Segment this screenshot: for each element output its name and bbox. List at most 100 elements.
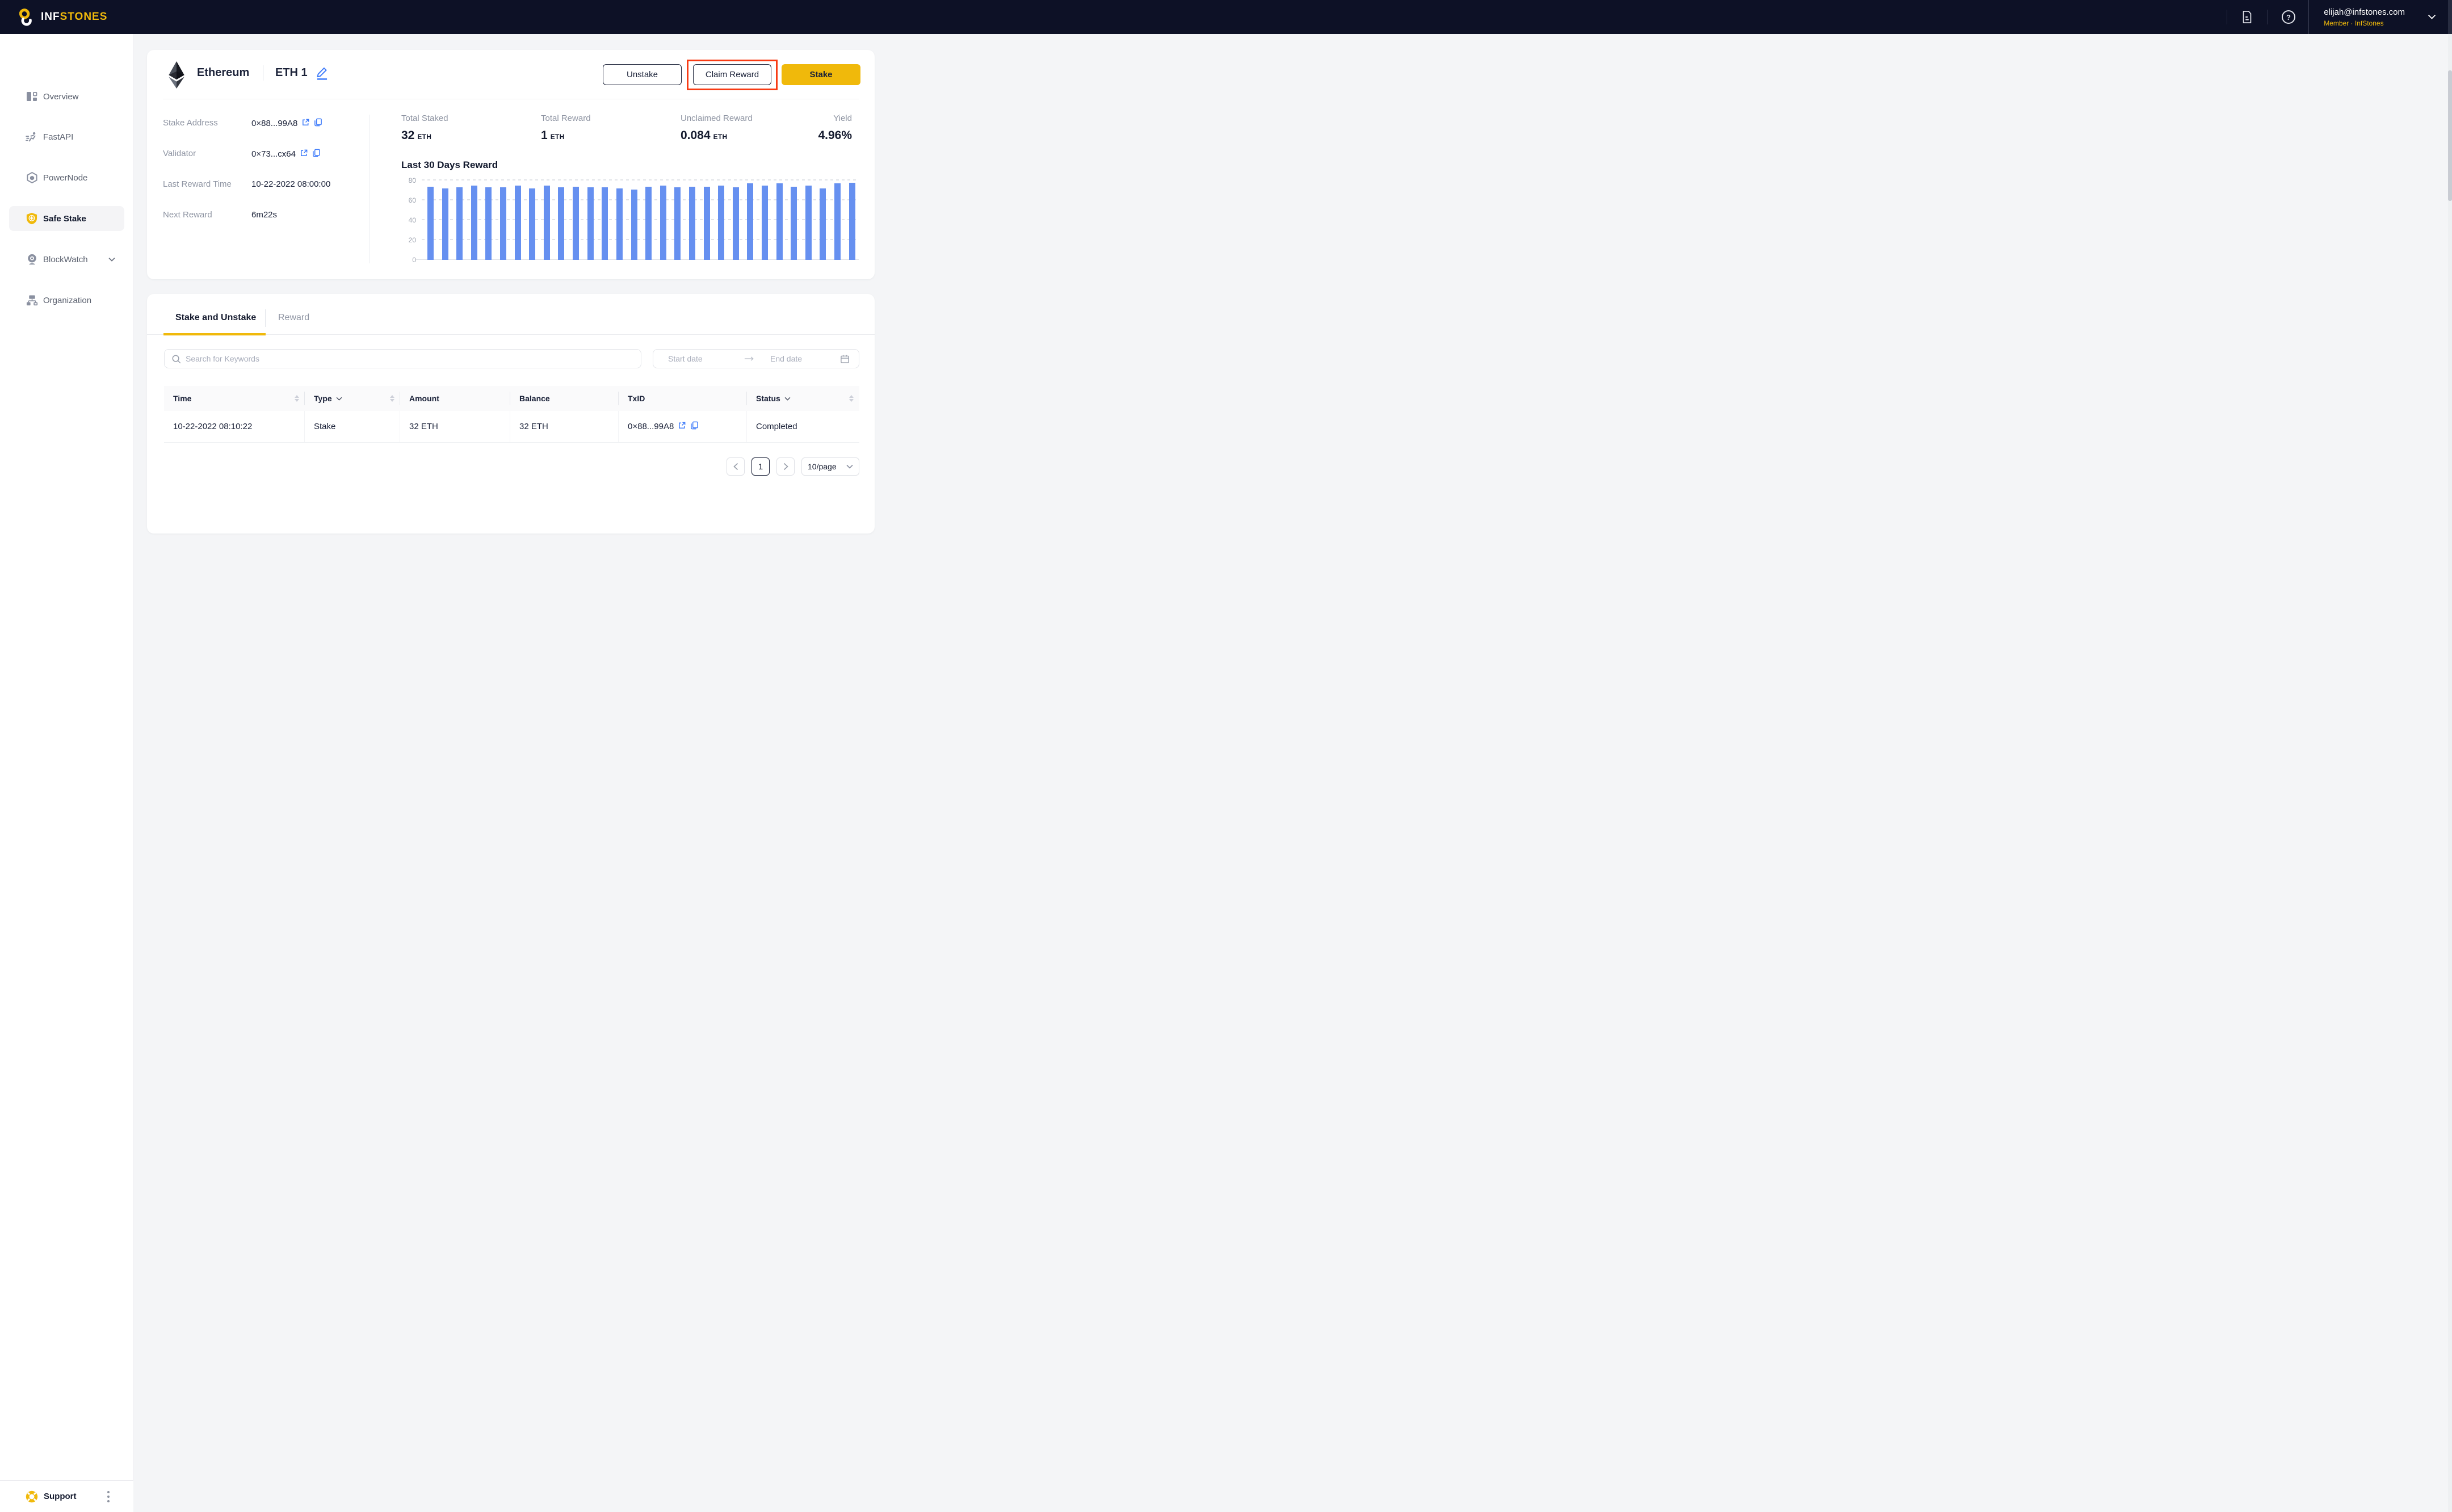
chart-bar [791, 187, 797, 261]
stat-unit: ETH [551, 133, 565, 141]
organization-icon [26, 295, 38, 306]
date-range-picker[interactable]: Start date End date [653, 349, 859, 368]
copy-icon[interactable] [314, 118, 322, 129]
external-link-icon[interactable] [678, 421, 686, 432]
previous-page-button[interactable] [727, 457, 745, 476]
search-box [164, 349, 641, 368]
unstake-button[interactable]: Unstake [603, 64, 682, 85]
page-number-button[interactable]: 1 [751, 457, 770, 476]
chart-bar [573, 187, 579, 261]
sidebar-item-label: BlockWatch [43, 255, 88, 264]
stat-unclaimed-reward: Unclaimed Reward 0.084ETH [681, 114, 753, 142]
search-input[interactable] [186, 354, 634, 363]
sort-carets-icon[interactable] [849, 395, 854, 402]
chart-bar [515, 186, 521, 260]
support-section[interactable]: Support [0, 1480, 133, 1512]
chart-bar [762, 186, 768, 260]
stake-address-value: 0×88...99A8 [251, 119, 297, 128]
external-link-icon[interactable] [301, 118, 310, 129]
support-label: Support [44, 1492, 77, 1501]
edit-pencil-icon[interactable] [316, 66, 329, 83]
start-date-field[interactable]: Start date [668, 354, 744, 363]
chart-bar [660, 186, 666, 260]
stake-overview-card: Ethereum ETH 1 Unstake Claim Reward Stak… [147, 50, 875, 279]
chart-bar [529, 188, 535, 260]
stat-unit: ETH [713, 133, 728, 141]
sidebar-item-fastapi[interactable]: FastAPI [9, 124, 124, 149]
external-link-icon[interactable] [300, 149, 308, 159]
infstones-logo: INFSTONES [16, 7, 107, 27]
sidebar-item-label: Organization [43, 296, 91, 305]
cell-txid: 0×88...99A8 [619, 411, 747, 442]
table-header: Time Type Amount Balance TxID Status [164, 386, 859, 411]
safe-stake-shield-icon [26, 212, 38, 225]
table-row: 10-22-2022 08:10:22 Stake 32 ETH 32 ETH … [164, 411, 859, 443]
sidebar-item-powernode[interactable]: PowerNode [9, 165, 124, 190]
chart-bar [544, 186, 550, 260]
copy-icon[interactable] [690, 421, 699, 432]
next-page-button[interactable] [776, 457, 795, 476]
last-reward-time-value: 10-22-2022 08:00:00 [251, 179, 330, 189]
kebab-menu-icon[interactable] [107, 1491, 110, 1502]
transactions-table: Time Type Amount Balance TxID Status [164, 386, 859, 443]
cell-type: Stake [305, 411, 400, 442]
chart-bar [645, 187, 652, 261]
tab-divider [265, 309, 266, 327]
pagination: 1 10/page [727, 457, 859, 476]
chart-bar [834, 183, 841, 260]
chart-y-tick-label: 60 [409, 196, 416, 204]
reward-chart: Last 30 Days Reward 020406080 [401, 159, 859, 260]
filter-chevron-icon[interactable] [336, 397, 342, 401]
tab-reward[interactable]: Reward [278, 313, 309, 323]
sort-carets-icon[interactable] [390, 395, 394, 402]
end-date-field[interactable]: End date [770, 354, 840, 363]
stat-total-reward: Total Reward 1ETH [541, 114, 591, 142]
scrollbar-thumb[interactable] [2448, 70, 2452, 201]
stake-button[interactable]: Stake [782, 64, 860, 85]
cell-time: 10-22-2022 08:10:22 [164, 411, 305, 442]
document-icon[interactable] [2241, 10, 2253, 24]
sidebar-item-overview[interactable]: Overview [9, 84, 124, 109]
chart-bar [718, 186, 724, 260]
calendar-icon [840, 354, 850, 364]
validator-row: Validator 0×73...cx64 [163, 149, 321, 159]
powernode-cube-icon [26, 171, 38, 184]
chart-bar [500, 187, 506, 260]
stat-label: Total Staked [401, 114, 448, 123]
sidebar-item-organization[interactable]: Organization [9, 288, 124, 313]
chart-bar [704, 187, 710, 261]
column-header-balance: Balance [510, 386, 619, 411]
page-size-select[interactable]: 10/page [801, 457, 859, 476]
copy-icon[interactable] [312, 149, 321, 159]
stat-value: 4.96% [818, 129, 852, 142]
chart-bar [631, 190, 637, 260]
cell-balance: 32 ETH [510, 411, 619, 442]
validator-value: 0×73...cx64 [251, 149, 296, 159]
sidebar-item-label: PowerNode [43, 173, 87, 183]
column-header-status: Status [747, 386, 859, 411]
chart-bar [471, 186, 477, 260]
chart-bar [485, 187, 492, 260]
stat-label: Yield [818, 114, 852, 123]
transactions-card: Stake and Unstake Reward Start date End … [147, 294, 875, 534]
chart-bar [456, 187, 463, 260]
sidebar-item-safe-stake[interactable]: Safe Stake [9, 206, 124, 231]
filter-chevron-icon[interactable] [784, 397, 791, 401]
blockwatch-camera-icon [26, 253, 38, 266]
topbar-divider [2267, 10, 2268, 24]
fastapi-runner-icon [26, 131, 38, 142]
claim-reward-button[interactable]: Claim Reward [693, 64, 771, 85]
account-menu[interactable]: elijah@infstones.com Member · InfStones [2324, 7, 2405, 27]
help-icon[interactable]: ? [2281, 10, 2296, 24]
scrollbar[interactable] [2448, 34, 2452, 1512]
sort-carets-icon[interactable] [295, 395, 299, 402]
search-icon [171, 354, 181, 364]
chart-bar [602, 187, 608, 260]
tab-stake-and-unstake[interactable]: Stake and Unstake [175, 313, 256, 323]
active-tab-underline [163, 333, 266, 335]
account-email: elijah@infstones.com [2324, 7, 2405, 17]
sidebar-item-blockwatch[interactable]: BlockWatch [9, 247, 124, 272]
infstones-logo-icon [16, 7, 35, 27]
column-header-type: Type [305, 386, 400, 411]
chevron-down-icon[interactable] [2428, 12, 2436, 22]
